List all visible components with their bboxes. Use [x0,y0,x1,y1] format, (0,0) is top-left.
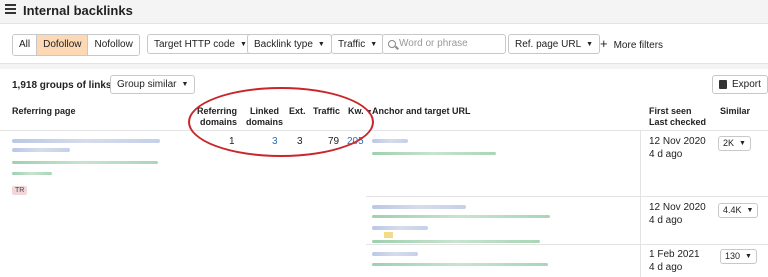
referring-page-link[interactable] [12,139,160,143]
column-divider [640,130,641,277]
anchor-text [372,252,418,256]
groups-count: 1,918 groups of links [12,80,112,91]
target-url[interactable] [372,152,496,155]
row-divider [366,244,768,245]
search-input[interactable]: Word or phrase [382,34,506,54]
similar-value: 4.4K [723,205,742,215]
hamburger-icon[interactable] [5,4,16,14]
anchor-text [372,139,408,143]
last-checked-value: 4 d ago [649,149,683,160]
search-icon [388,40,396,48]
export-button[interactable]: Export [712,75,768,94]
group-similar-dropdown[interactable]: Group similar ▼ [110,75,196,94]
target-http-code-dropdown[interactable]: Target HTTP code ▼ [147,34,254,54]
link-type-segment: All Dofollow Nofollow [12,34,140,56]
export-icon [719,80,727,89]
col-first-seen[interactable]: First seen Last checked [649,106,706,128]
filter-bar: All Dofollow Nofollow Target HTTP code ▼ … [0,23,768,64]
similar-value: 2K [723,138,735,148]
segment-all[interactable]: All [13,35,38,55]
annotation-oval [188,87,374,157]
backlink-type-dropdown[interactable]: Backlink type ▼ [247,34,332,54]
highlight-marker [384,232,393,238]
first-seen-value: 1 Feb 2021 [649,249,700,260]
backlink-type-label: Backlink type [254,39,313,50]
page-title: Internal backlinks [23,3,133,18]
language-badge: TR [12,186,28,195]
segment-nofollow[interactable]: Nofollow [88,35,139,55]
top-bar: Internal backlinks [0,0,768,22]
caret-down-icon: ▼ [746,207,754,214]
traffic-dropdown[interactable]: Traffic ▼ [331,34,385,54]
referring-page-url[interactable] [12,148,70,152]
col-first-seen-line1: First seen [649,106,692,116]
target-url-secondary[interactable] [372,240,540,243]
col-similar[interactable]: Similar [720,106,750,117]
row-divider [366,196,768,197]
col-first-seen-line2: Last checked [649,117,707,127]
similar-value: 130 [725,251,741,261]
caret-down-icon: ▼ [745,253,752,260]
similar-dropdown[interactable]: 2K ▼ [718,136,751,151]
ref-page-url-dropdown[interactable]: Ref. page URL ▼ [508,34,601,54]
caret-down-icon: ▼ [181,81,189,88]
more-filters-label: More filters [613,40,664,51]
traffic-label: Traffic [338,39,366,50]
results-panel: 1,918 groups of links Group similar ▼ Exp… [0,69,768,277]
similar-dropdown[interactable]: 130 ▼ [720,249,757,264]
col-referring-page[interactable]: Referring page [12,106,76,117]
caret-down-icon: ▼ [239,41,247,48]
target-url[interactable] [372,263,548,266]
export-label: Export [732,79,761,90]
target-http-code-label: Target HTTP code [154,39,235,50]
header-divider [0,130,768,131]
referring-page-meta [12,172,52,175]
more-filters-button[interactable]: + More filters [600,34,663,56]
caret-down-icon: ▼ [370,41,378,48]
caret-down-icon: ▼ [739,140,746,147]
first-seen-value: 12 Nov 2020 [649,136,706,147]
caret-down-icon: ▼ [586,41,594,48]
anchor-text-secondary [372,226,428,230]
ref-page-url-label: Ref. page URL [515,39,582,50]
anchor-text [372,205,466,209]
segment-dofollow[interactable]: Dofollow [37,35,89,55]
referring-page-path[interactable] [12,161,158,164]
first-seen-value: 12 Nov 2020 [649,202,706,213]
last-checked-value: 4 d ago [649,262,683,273]
target-url[interactable] [372,215,550,218]
group-similar-label: Group similar [117,79,177,90]
plus-icon: + [600,36,608,51]
caret-down-icon: ▼ [317,41,325,48]
col-anchor[interactable]: Anchor and target URL [372,106,471,117]
last-checked-value: 4 d ago [649,215,683,226]
search-placeholder: Word or phrase [399,38,468,49]
similar-dropdown[interactable]: 4.4K ▼ [718,203,759,218]
